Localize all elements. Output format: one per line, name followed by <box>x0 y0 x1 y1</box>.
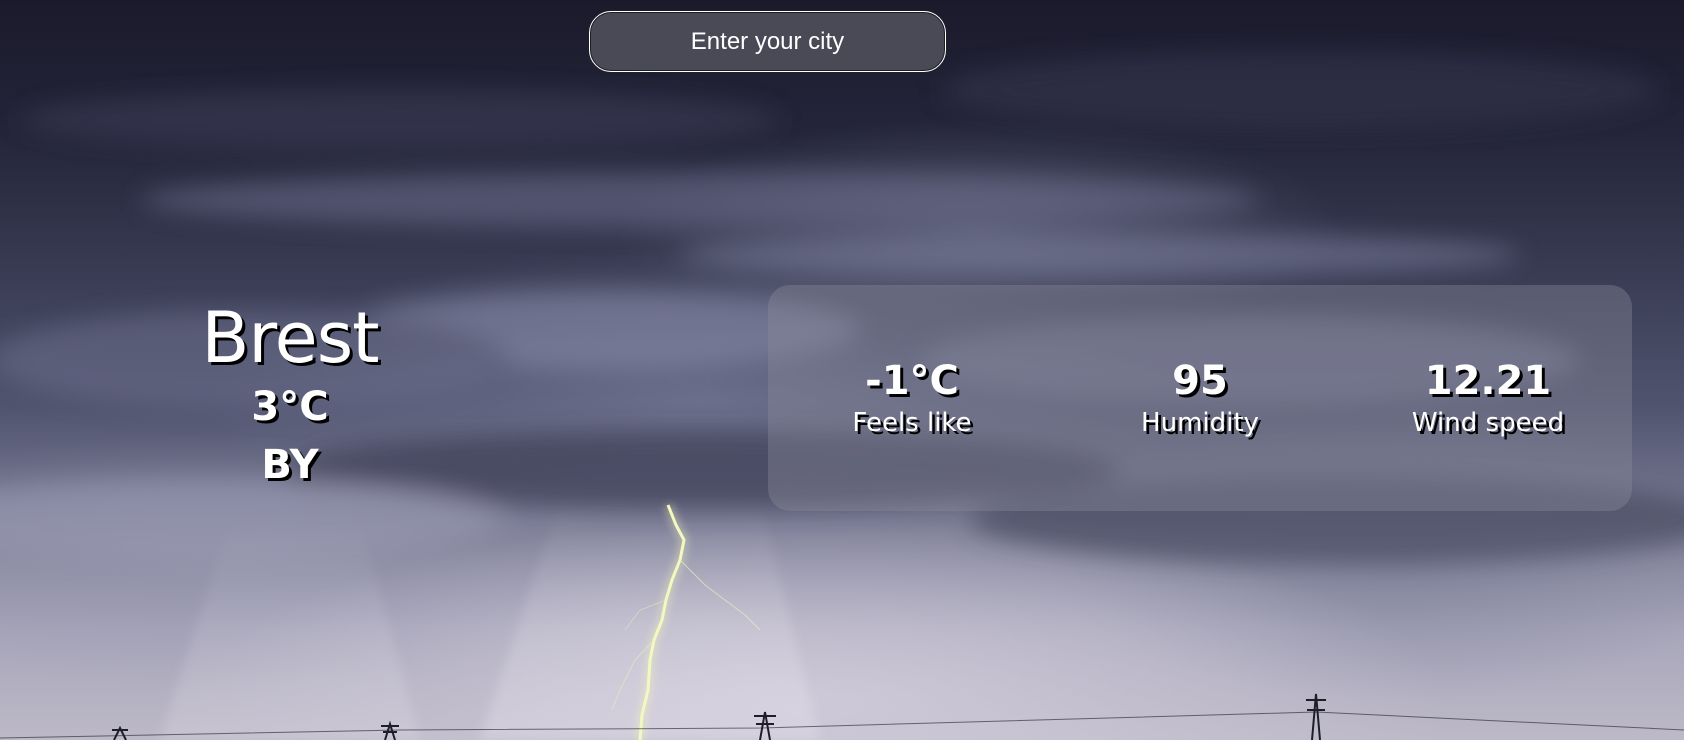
power-line-towers <box>0 693 1684 740</box>
city-search-input[interactable] <box>589 11 946 72</box>
wind-speed-value: 12.21 <box>1424 358 1552 404</box>
current-temperature: 3°C <box>251 384 329 430</box>
feels-like-label: Feels like <box>852 408 972 438</box>
country-code: BY <box>261 442 319 488</box>
feels-like-stat: -1°C Feels like <box>782 356 1042 440</box>
lightning-bolt <box>611 503 761 740</box>
feels-like-value: -1°C <box>865 358 959 404</box>
humidity-stat: 95 Humidity <box>1070 356 1330 440</box>
wind-speed-label: Wind speed <box>1411 408 1565 438</box>
humidity-label: Humidity <box>1141 408 1259 438</box>
weather-app: Brest 3°C BY -1°C Feels like 95 Humidity… <box>0 0 1684 740</box>
weather-details-panel: -1°C Feels like 95 Humidity 12.21 Wind s… <box>768 285 1632 511</box>
wind-speed-stat: 12.21 Wind speed <box>1358 356 1618 440</box>
humidity-value: 95 <box>1172 358 1228 404</box>
current-weather: Brest 3°C BY <box>150 298 430 494</box>
city-name: Brest <box>201 297 379 379</box>
